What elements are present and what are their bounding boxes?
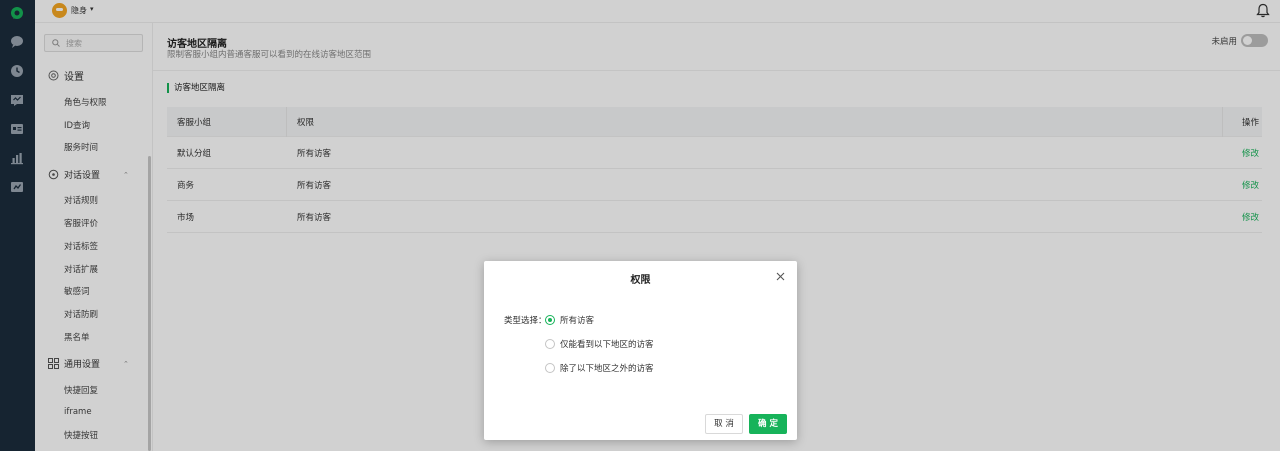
radio-label[interactable]: 所有访客 [560,314,594,326]
radio-option-all-visitors[interactable]: 所有访客 [545,314,594,326]
dialog-title: 权限 [630,275,651,286]
radio-button[interactable] [545,363,555,373]
radio-label[interactable]: 仅能看到以下地区的访客 [560,338,654,350]
radio-option-only-regions[interactable]: 仅能看到以下地区的访客 [545,338,654,350]
cancel-button[interactable]: 取 消 [705,414,743,434]
radio-button[interactable] [545,315,555,325]
radio-button[interactable] [545,339,555,349]
radio-label[interactable]: 除了以下地区之外的访客 [560,362,654,374]
close-icon[interactable] [776,272,785,281]
confirm-button[interactable]: 确 定 [749,414,787,434]
permission-dialog: 权限 类型选择： 所有访客 仅能看到以下地区的访客 除了以下地区之外的访客 取 … [484,261,797,440]
type-select-label: 类型选择： [504,316,547,326]
radio-option-except-regions[interactable]: 除了以下地区之外的访客 [545,362,654,374]
